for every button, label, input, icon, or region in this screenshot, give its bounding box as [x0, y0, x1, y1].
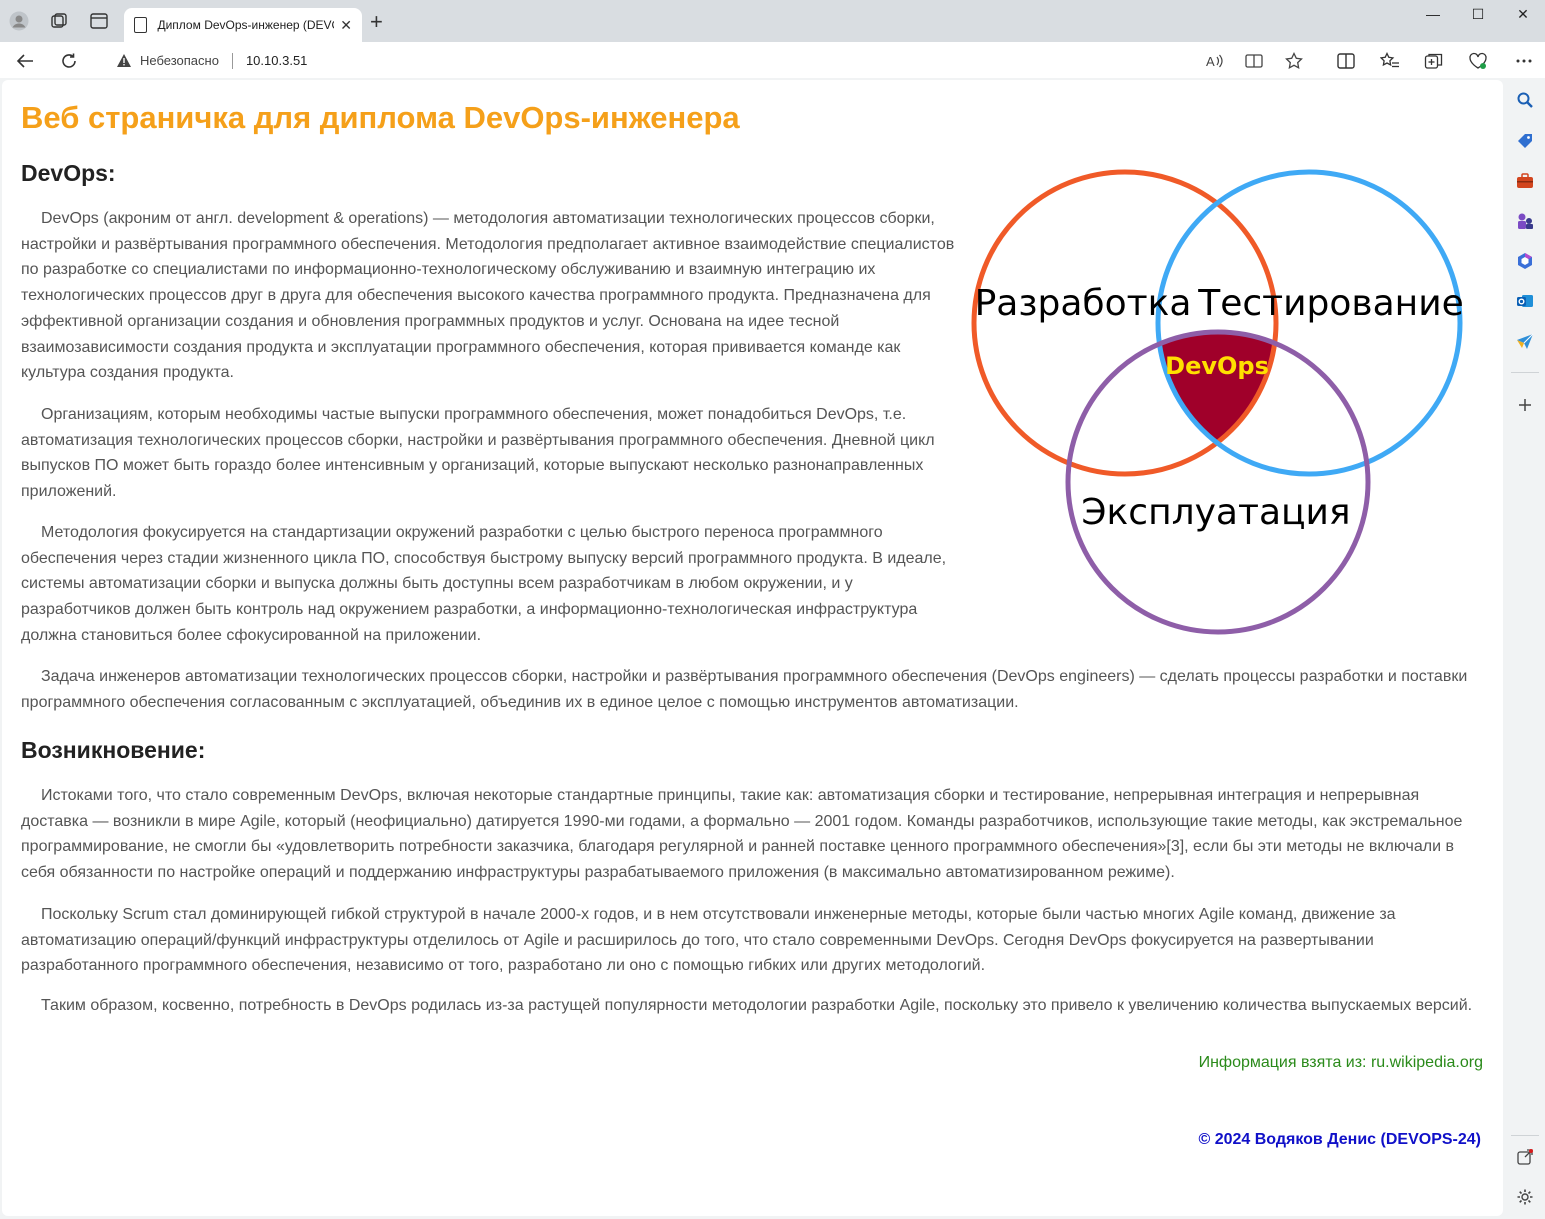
open-in-window-icon[interactable] [1515, 1147, 1535, 1167]
svg-text:A: A [1206, 54, 1215, 69]
venn-label-ops: Эксплуатация [1081, 492, 1350, 533]
sidebar-settings-gear-icon[interactable] [1515, 1187, 1535, 1207]
venn-label-center: DevOps [1165, 352, 1269, 380]
add-sidebar-app-icon[interactable] [1515, 395, 1535, 415]
venn-label-dev: Разработка [975, 283, 1192, 324]
drop-send-icon[interactable] [1515, 331, 1535, 351]
new-tab-button[interactable]: + [370, 11, 383, 33]
security-status[interactable]: Небезопасно [140, 53, 219, 68]
games-icon[interactable] [1515, 211, 1535, 231]
page-viewport: Веб страничка для диплома DevOps-инженер… [2, 80, 1503, 1216]
favorites-icon[interactable] [1380, 51, 1400, 71]
paragraph-4: Задача инженеров автоматизации технологи… [21, 668, 1468, 711]
navigation-toolbar: Небезопасно 10.10.3.51 A [0, 42, 1545, 78]
workspaces-icon[interactable] [48, 10, 70, 32]
browser-essentials-icon[interactable] [1468, 51, 1488, 71]
collections-icon[interactable] [1424, 51, 1444, 71]
devops-venn-diagram: Разработка Тестирование Эксплуатация Dev… [971, 169, 1464, 635]
profile-icon[interactable] [8, 10, 30, 32]
section-heading-origin: Возникновение: [21, 737, 206, 763]
venn-label-test: Тестирование [1197, 283, 1464, 324]
sidebar-divider [1511, 372, 1539, 373]
active-tab[interactable]: Диплом DevOps-инженер (DEVOPS-24) ✕ [124, 8, 362, 42]
paragraph-2: Организациям, которым необходимы частые … [21, 406, 935, 501]
paragraph-3: Методология фокусируется на стандартизац… [21, 524, 947, 644]
url-text[interactable]: 10.10.3.51 [246, 53, 307, 68]
page-favicon-icon [134, 17, 148, 33]
outlook-icon[interactable] [1515, 291, 1535, 311]
paragraph-1: DevOps (акроним от англ. development & o… [21, 210, 955, 382]
immersive-reader-icon[interactable] [1244, 51, 1264, 71]
search-icon[interactable] [1515, 90, 1535, 110]
tab-title: Диплом DevOps-инженер (DEVOPS-24) [157, 18, 334, 32]
favorite-star-icon[interactable] [1284, 51, 1304, 71]
warning-icon [117, 54, 131, 67]
paragraph-7: Таким образом, косвенно, потребность в D… [41, 997, 1473, 1014]
close-window-button[interactable]: ✕ [1508, 6, 1538, 26]
paragraph-5: Истоками того, что стало современным Dev… [21, 787, 1463, 882]
paragraph-6: Поскольку Scrum стал доминирующей гибкой… [21, 906, 1396, 975]
read-aloud-icon[interactable]: A [1204, 51, 1224, 71]
minimize-button[interactable]: — [1418, 6, 1448, 26]
source-note: Информация взята из: ru.wikipedia.org [1198, 1054, 1483, 1071]
back-button[interactable] [14, 50, 36, 72]
shopping-tag-icon[interactable] [1515, 131, 1535, 151]
address-bar[interactable]: Небезопасно 10.10.3.51 [98, 46, 1320, 75]
split-screen-icon[interactable] [1336, 51, 1356, 71]
tab-actions-icon[interactable] [88, 10, 110, 32]
close-tab-icon[interactable]: ✕ [340, 17, 352, 34]
edge-sidebar [1505, 80, 1545, 1219]
sidebar-divider-bottom [1511, 1135, 1539, 1136]
copyright-footer: © 2024 Водяков Денис (DEVOPS-24) [1198, 1131, 1481, 1148]
page-title: Веб страничка для диплома DevOps-инженер… [21, 100, 740, 135]
maximize-button[interactable]: ☐ [1463, 6, 1493, 26]
more-options-icon[interactable] [1514, 51, 1534, 71]
tab-bar: Диплом DevOps-инженер (DEVOPS-24) ✕ + — … [0, 0, 1545, 42]
address-separator [231, 52, 233, 69]
refresh-button[interactable] [58, 50, 80, 72]
section-heading-devops: DevOps: [21, 160, 116, 186]
microsoft-365-icon[interactable] [1515, 251, 1535, 271]
tools-icon[interactable] [1515, 171, 1535, 191]
